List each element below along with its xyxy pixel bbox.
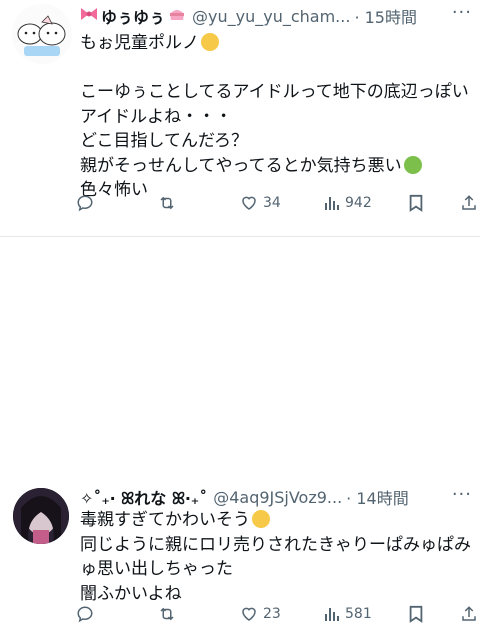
- avatar[interactable]: [12, 4, 72, 64]
- views-button[interactable]: 581: [324, 606, 372, 622]
- retweet-button[interactable]: [157, 605, 182, 623]
- like-button[interactable]: 34: [240, 194, 281, 212]
- tweet-header: ゆぅゆぅ @yu_yu_yu_cham... · 15時間: [80, 4, 417, 28]
- views-count: 581: [345, 606, 372, 622]
- display-name[interactable]: ✧˚₊‧ ꕤれな ꕤ‧₊˚: [80, 485, 207, 509]
- heart-icon: [240, 605, 258, 623]
- tweet-header: ✧˚₊‧ ꕤれな ꕤ‧₊˚ @4aq9JSjVoz9... · 14時間: [80, 485, 409, 509]
- heart-icon: [240, 194, 258, 212]
- tweet-text: もぉ児童ポルノ こーゆぅことしてるアイドルって地下の底辺っぽい アイドルよね・・…: [80, 33, 469, 200]
- pouch-icon: [168, 6, 186, 26]
- reply-icon: [76, 605, 94, 623]
- tweet[interactable]: ✧˚₊‧ ꕤれな ꕤ‧₊˚ @4aq9JSjVoz9... · 14時間 ···…: [0, 236, 480, 623]
- bookmark-icon: [408, 194, 424, 212]
- like-count: 23: [263, 606, 281, 622]
- user-handle[interactable]: @yu_yu_yu_cham...: [192, 7, 350, 26]
- retweet-icon: [157, 605, 177, 623]
- share-button[interactable]: [460, 194, 478, 212]
- retweet-button[interactable]: [157, 194, 182, 212]
- angel-face-icon: [201, 33, 219, 51]
- retweet-icon: [157, 194, 177, 212]
- share-icon: [460, 194, 478, 212]
- like-count: 34: [263, 195, 281, 211]
- ribbon-icon: [80, 6, 98, 26]
- bookmark-button[interactable]: [408, 605, 424, 623]
- timestamp[interactable]: · 14時間: [346, 485, 409, 509]
- display-name[interactable]: ゆぅゆぅ: [101, 4, 165, 28]
- reply-icon: [76, 194, 94, 212]
- more-options-button[interactable]: ···: [452, 484, 472, 505]
- views-count: 942: [345, 195, 372, 211]
- user-handle[interactable]: @4aq9JSjVoz9...: [213, 488, 342, 507]
- views-bar-icon: [324, 606, 340, 622]
- reply-button[interactable]: [76, 605, 99, 623]
- views-button[interactable]: 942: [324, 195, 372, 211]
- tweet-text: 毒親すぎてかわいそう 同じように親にロリ売りされたきゃりーぱみゅぱみ ゅ思い出し…: [80, 510, 471, 604]
- bookmark-button[interactable]: [408, 194, 424, 212]
- tweet[interactable]: ゆぅゆぅ @yu_yu_yu_cham... · 15時間 ··· もぉ児童ポル…: [0, 0, 480, 236]
- pleading-face-icon: [252, 510, 270, 528]
- views-bar-icon: [324, 195, 340, 211]
- nauseated-face-icon: [403, 155, 422, 174]
- timestamp[interactable]: · 15時間: [354, 4, 417, 28]
- share-icon: [460, 605, 478, 623]
- reply-button[interactable]: [76, 194, 99, 212]
- bookmark-icon: [408, 605, 424, 623]
- like-button[interactable]: 23: [240, 605, 281, 623]
- share-button[interactable]: [460, 605, 478, 623]
- more-options-button[interactable]: ···: [452, 2, 472, 23]
- avatar[interactable]: [13, 488, 69, 544]
